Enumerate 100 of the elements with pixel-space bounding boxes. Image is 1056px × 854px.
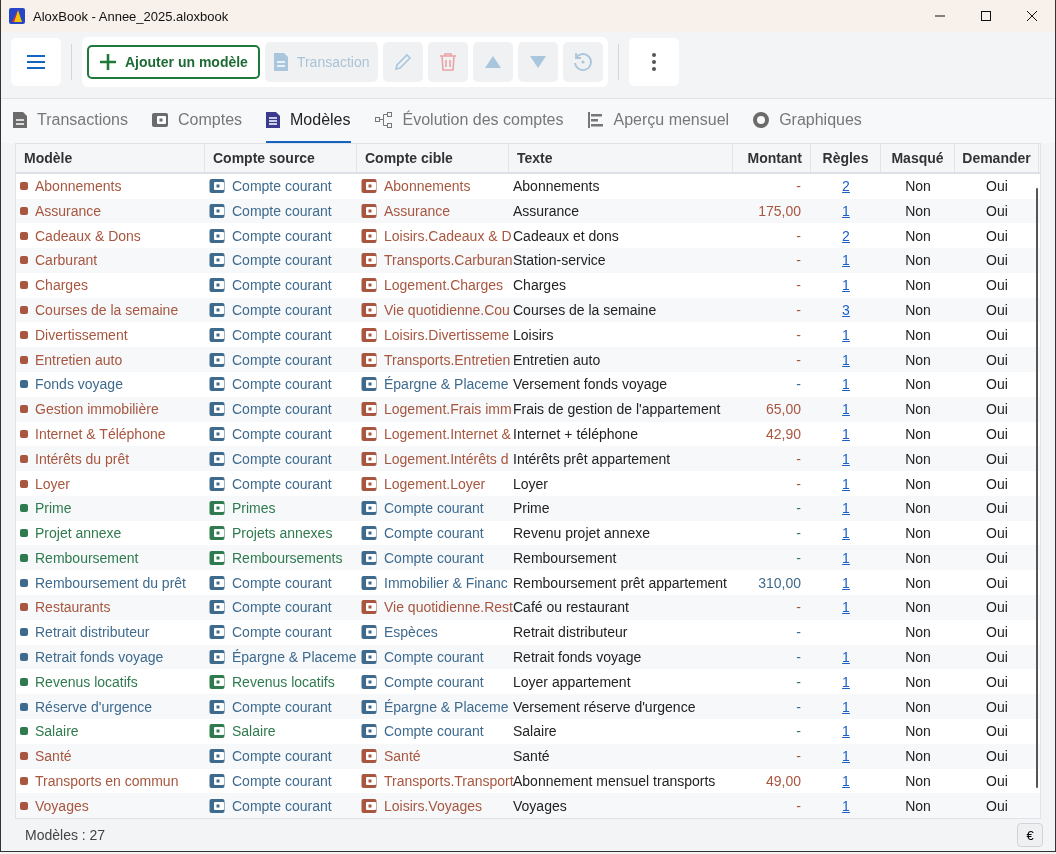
- column-header[interactable]: Demander: [955, 144, 1039, 172]
- wallet-icon: [361, 425, 377, 442]
- account-name: Loisirs.Cadeaux & D: [384, 227, 512, 244]
- table-cell: Revenu projet annexe: [513, 525, 650, 542]
- account-name: Vie quotidienne.Cou: [384, 302, 510, 319]
- rules-link[interactable]: 1: [842, 425, 850, 442]
- table-cell: Loisirs: [513, 326, 554, 343]
- rules-link[interactable]: 1: [842, 698, 850, 715]
- table-cell: Internet + téléphone: [513, 425, 638, 442]
- column-header[interactable]: Masqué: [881, 144, 955, 172]
- wallet-icon: [361, 574, 377, 591]
- table-cell: Remboursement prêt appartement: [513, 574, 727, 591]
- tab[interactable]: Graphiques: [753, 99, 862, 143]
- wallet-icon: [361, 549, 377, 566]
- table-cell: Retrait distributeur: [513, 624, 628, 641]
- table-cell: Prime: [513, 500, 550, 517]
- rules-link[interactable]: 1: [842, 649, 850, 665]
- account-name: Logement.Intérêts d: [384, 450, 509, 467]
- rules-link[interactable]: 1: [842, 549, 850, 566]
- table-cell: Café ou restaurant: [513, 599, 629, 616]
- account-name: Compte courant: [232, 748, 332, 765]
- rules-link[interactable]: 3: [842, 302, 850, 319]
- rules-link[interactable]: 1: [842, 525, 850, 542]
- account-name: Transports.Carburan: [384, 252, 513, 269]
- table-cell: Non: [905, 525, 931, 542]
- rules-link[interactable]: 1: [842, 574, 850, 591]
- currency-button[interactable]: €: [1017, 823, 1043, 847]
- table-cell: Abonnements: [513, 178, 600, 195]
- column-header[interactable]: Modèle: [16, 144, 205, 172]
- account-name: Compte courant: [232, 351, 332, 368]
- amount-cell: -: [796, 351, 801, 368]
- column-header[interactable]: Compte source: [205, 144, 357, 172]
- account-name: Compte courant: [232, 277, 332, 294]
- account-name: Logement.Frais imm: [384, 401, 512, 418]
- rules-link[interactable]: 1: [842, 326, 850, 343]
- rules-link[interactable]: 1: [842, 252, 850, 269]
- rules-link[interactable]: 1: [842, 723, 850, 740]
- model-name: Remboursement: [35, 549, 139, 566]
- rules-link[interactable]: 1: [842, 351, 850, 368]
- amount-cell: 175,00: [758, 202, 801, 219]
- wallet-icon: [209, 624, 225, 641]
- tab[interactable]: Aperçu mensuel: [587, 99, 730, 143]
- tab[interactable]: Comptes: [152, 99, 243, 143]
- wallet-icon: [361, 450, 377, 467]
- rules-link[interactable]: 1: [842, 277, 850, 294]
- column-header[interactable]: Montant: [733, 144, 811, 172]
- account-name: Espèces: [384, 624, 438, 641]
- wallet-icon: [361, 277, 377, 294]
- wallet-icon: [209, 376, 225, 393]
- table-cell: Oui: [986, 599, 1008, 616]
- tab[interactable]: Transactions: [13, 99, 128, 143]
- scrollbar[interactable]: [1036, 188, 1038, 788]
- table-cell: Santé: [513, 748, 550, 765]
- account-name: Compte courant: [232, 202, 332, 219]
- account-name: Salaire: [232, 723, 276, 740]
- account-name: Santé: [384, 748, 421, 765]
- more-button[interactable]: [628, 38, 679, 86]
- wallet-icon: [152, 113, 168, 127]
- rules-link[interactable]: 1: [842, 748, 850, 765]
- rules-link[interactable]: 1: [842, 475, 850, 492]
- wallet-icon: [209, 723, 225, 740]
- table-cell: Non: [905, 302, 931, 319]
- amount-cell: 42,90: [765, 425, 801, 442]
- rules-link[interactable]: 1: [842, 500, 850, 517]
- menu-button[interactable]: [11, 38, 61, 86]
- rules-link[interactable]: 1: [842, 797, 850, 814]
- wallet-icon: [361, 178, 377, 195]
- column-header[interactable]: Règles: [811, 144, 881, 172]
- wallet-icon: [209, 574, 225, 591]
- bar-list-icon: [587, 112, 604, 128]
- table-cell: Oui: [986, 401, 1008, 418]
- account-name: Primes: [232, 500, 276, 517]
- rules-link[interactable]: 1: [842, 599, 850, 616]
- amount-cell: -: [796, 723, 801, 740]
- column-header[interactable]: Texte: [509, 144, 733, 172]
- rules-link[interactable]: 1: [842, 401, 850, 418]
- wallet-icon: [209, 401, 225, 418]
- wallet-icon: [361, 376, 377, 393]
- account-name: Compte courant: [384, 500, 484, 517]
- model-name: Projet annexe: [35, 525, 122, 542]
- add-button[interactable]: Ajouter un modèle: [87, 45, 260, 79]
- amount-cell: 49,00: [765, 772, 801, 789]
- wallet-icon: [209, 649, 225, 665]
- account-name: Compte courant: [232, 698, 332, 715]
- account-name: Transports.Transport: [384, 772, 514, 789]
- rules-link[interactable]: 1: [842, 202, 850, 219]
- column-header[interactable]: Compte cible: [357, 144, 509, 172]
- rules-link[interactable]: 2: [842, 178, 850, 195]
- table-cell: Assurance: [513, 202, 580, 219]
- tab[interactable]: Évolution des comptes: [374, 99, 564, 143]
- model-name: Restaurants: [35, 599, 111, 616]
- table-cell: Non: [905, 797, 931, 814]
- account-name: Épargne & Placeme: [384, 376, 509, 393]
- rules-link[interactable]: 2: [842, 227, 850, 244]
- table-cell: Oui: [986, 450, 1008, 467]
- rules-link[interactable]: 1: [842, 376, 850, 393]
- rules-link[interactable]: 1: [842, 772, 850, 789]
- table-cell: Non: [905, 549, 931, 566]
- rules-link[interactable]: 1: [842, 673, 850, 690]
- rules-link[interactable]: 1: [842, 450, 850, 467]
